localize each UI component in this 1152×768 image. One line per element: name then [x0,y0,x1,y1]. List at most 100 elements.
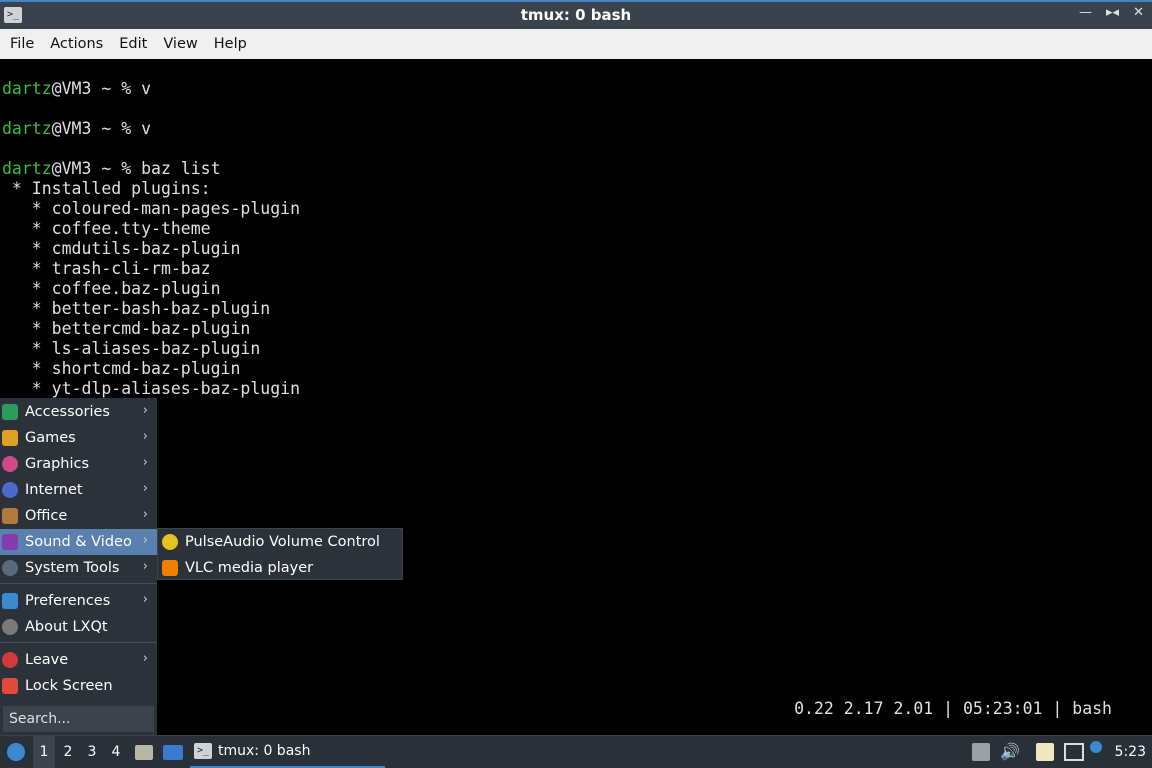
taskbar: 1 2 3 4 >_ tmux: 0 bash 🔊 5:23 [0,735,1152,768]
lock-icon [2,678,18,694]
close-icon[interactable]: ✕ [1133,5,1144,20]
chevron-right-icon: › [142,559,148,574]
office-icon [2,508,18,524]
desktop-icon [163,744,183,760]
chevron-right-icon: › [142,403,148,418]
output-line: * cmdutils-baz-plugin [2,239,241,258]
prompt-line: dartz@VM3 ~ % baz list [2,159,221,179]
menu-item-label: Office [25,508,68,524]
menu-item-preferences[interactable]: Preferences › [0,588,157,614]
folder-icon [135,744,153,760]
taskbar-task-tmux[interactable]: >_ tmux: 0 bash [190,736,385,768]
menu-help[interactable]: Help [208,36,253,52]
terminal-area[interactable]: dartz@VM3 ~ % v dartz@VM3 ~ % v dartz@VM… [0,59,1152,735]
workspace-1[interactable]: 1 [33,736,55,768]
chevron-right-icon: › [142,533,148,548]
tmux-status: 0.22 2.17 2.01 | 05:23:01 | bash [794,699,1112,718]
maximize-icon[interactable]: ▸◂ [1106,5,1119,20]
vlc-icon [162,560,178,576]
menu-item-label: Accessories [25,404,110,420]
output-line: * Installed plugins: [2,179,211,198]
accessories-icon [2,404,18,420]
minimize-icon[interactable]: — [1079,5,1092,20]
menu-item-lock-screen[interactable]: Lock Screen [0,673,157,699]
menu-item-leave[interactable]: Leave › [0,647,157,673]
start-menu-button[interactable] [4,736,28,768]
menu-search-input[interactable]: Search... [3,706,154,732]
menu-edit[interactable]: Edit [113,36,153,52]
output-line: * coffee.baz-plugin [2,279,221,298]
games-icon [2,430,18,446]
chevron-right-icon: › [142,507,148,522]
workspace-2[interactable]: 2 [57,736,79,768]
menu-item-label: Internet [25,482,83,498]
menu-file[interactable]: File [4,36,40,52]
menu-item-office[interactable]: Office › [0,503,157,529]
menu-view[interactable]: View [157,36,203,52]
clipboard-icon[interactable] [1036,743,1054,761]
menu-item-about-lxqt[interactable]: About LXQt [0,614,157,640]
menu-item-system-tools[interactable]: System Tools › [0,555,157,581]
leave-icon [2,652,18,668]
graphics-icon [2,456,18,472]
internet-icon [2,482,18,498]
prompt-command: @VM3 ~ % baz list [51,159,221,178]
menu-item-label: Games [25,430,76,446]
menu-item-label: Graphics [25,456,90,472]
preferences-icon [2,593,18,609]
file-manager-launcher[interactable] [134,736,154,768]
menu-item-label: PulseAudio Volume Control [185,534,380,550]
menu-item-label: VLC media player [185,560,314,576]
menu-item-sound-video[interactable]: Sound & Video › [0,529,157,555]
output-line: * coffee.tty-theme [2,219,211,238]
chevron-right-icon: › [142,481,148,496]
prompt-line: dartz@VM3 ~ % v [2,119,151,139]
menu-item-internet[interactable]: Internet › [0,477,157,503]
task-label: tmux: 0 bash [218,743,311,759]
prompt-command: @VM3 ~ % v [51,79,152,98]
prompt-user: dartz [2,159,52,178]
menu-separator [0,642,157,643]
menu-item-label: Lock Screen [25,678,113,694]
menu-item-label: Sound & Video [25,534,132,550]
chevron-right-icon: › [142,651,148,666]
prompt-line: dartz@VM3 ~ % v [2,79,151,99]
pulseaudio-icon [162,534,178,550]
menu-actions[interactable]: Actions [44,36,109,52]
chevron-right-icon: › [142,592,148,607]
application-menu: Accessories › Games › Graphics › Interne… [0,398,157,735]
menu-separator [0,583,157,584]
output-line: * coloured-man-pages-plugin [2,199,301,218]
menu-item-label: About LXQt [25,619,108,635]
output-line: * trash-cli-rm-baz [2,259,211,278]
sound-video-submenu: PulseAudio Volume Control VLC media play… [157,528,403,580]
menu-item-accessories[interactable]: Accessories › [0,399,157,425]
notification-icon[interactable] [1090,741,1102,753]
network-icon[interactable] [1064,743,1084,761]
clock[interactable]: 5:23 [1115,736,1146,768]
volume-icon[interactable]: 🔊 [1000,743,1020,761]
lxqt-logo-icon [7,743,25,761]
menu-item-label: Preferences [25,593,111,609]
output-line: * ls-aliases-baz-plugin [2,339,261,358]
prompt-user: dartz [2,119,52,138]
chevron-right-icon: › [142,455,148,470]
prompt-user: dartz [2,79,52,98]
sound-video-icon [2,534,18,550]
menubar: File Actions Edit View Help [0,29,1152,59]
menu-item-games[interactable]: Games › [0,425,157,451]
menu-item-pulseaudio[interactable]: PulseAudio Volume Control [158,529,402,555]
tray-disk-icon[interactable] [972,743,990,761]
window-title: tmux: 0 bash [520,6,632,24]
show-desktop-button[interactable] [162,736,184,768]
output-line: * shortcmd-baz-plugin [2,359,241,378]
prompt-command: @VM3 ~ % v [51,119,152,138]
workspace-3[interactable]: 3 [81,736,103,768]
menu-item-graphics[interactable]: Graphics › [0,451,157,477]
window-titlebar[interactable]: >_ tmux: 0 bash — ▸◂ ✕ [0,0,1152,29]
menu-item-vlc[interactable]: VLC media player [158,555,402,581]
workspace-4[interactable]: 4 [105,736,127,768]
terminal-icon: >_ [194,743,212,759]
output-line: * better-bash-baz-plugin [2,299,271,318]
output-line: * bettercmd-baz-plugin [2,319,251,338]
